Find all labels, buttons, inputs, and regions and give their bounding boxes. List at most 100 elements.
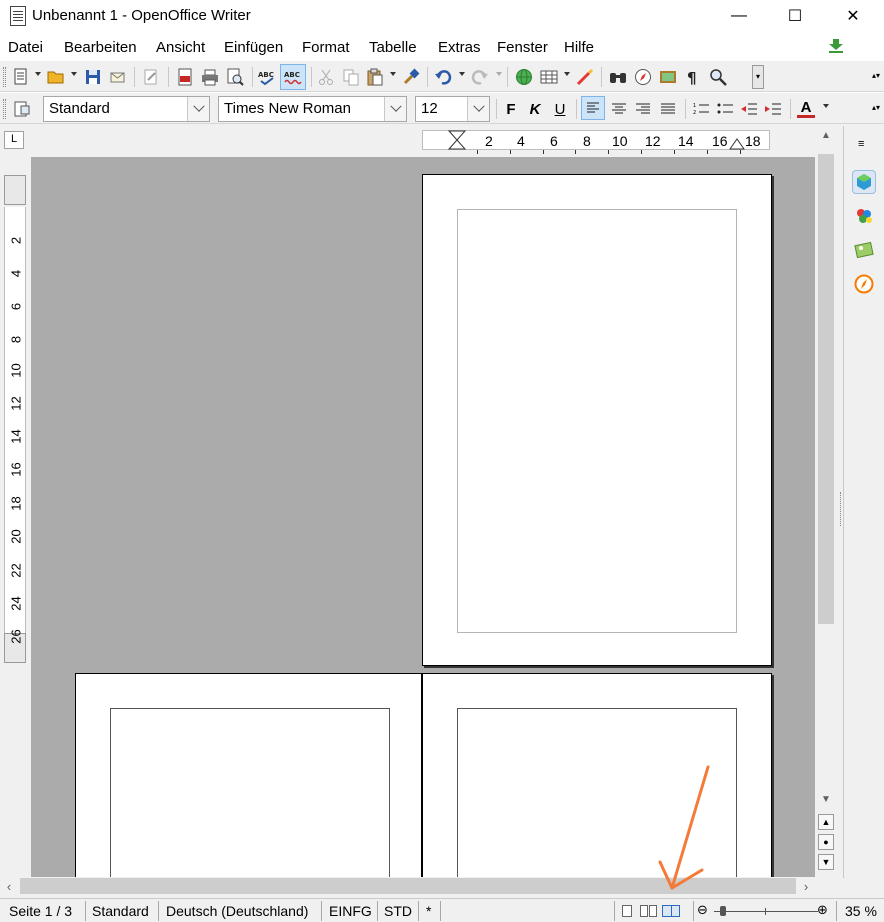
spellcheck-icon[interactable]: ABC [258, 68, 276, 86]
find-replace-icon[interactable] [609, 68, 627, 86]
book-view-icon[interactable] [662, 905, 680, 917]
underline-button[interactable]: U [551, 100, 569, 118]
scroll-up-arrow-icon[interactable]: ▲ [815, 126, 837, 144]
font-size-combo[interactable]: 12 [415, 96, 490, 122]
new-icon[interactable] [12, 68, 30, 86]
toolbar-overflow-button-right[interactable]: ▴▾ [870, 65, 882, 89]
minimize-button[interactable]: — [710, 0, 768, 32]
draw-functions-icon[interactable] [576, 68, 594, 86]
zoom-out-icon[interactable]: ⊖ [697, 902, 708, 918]
new-dropdown[interactable] [35, 72, 41, 76]
document-area[interactable] [31, 157, 815, 877]
pdf-export-icon[interactable] [176, 68, 194, 86]
decrease-indent-icon[interactable] [740, 100, 758, 118]
paragraph-style-combo[interactable]: Standard [43, 96, 210, 122]
toolbar-grip[interactable] [3, 67, 6, 87]
bold-button[interactable]: F [502, 100, 520, 118]
toolbar-overflow-button-right[interactable]: ▴▾ [870, 97, 882, 121]
single-page-view-icon[interactable] [622, 905, 632, 917]
email-icon[interactable] [109, 68, 127, 86]
top-margin-handle[interactable] [4, 175, 26, 205]
font-name-combo[interactable]: Times New Roman [218, 96, 407, 122]
font-color-button[interactable]: A [797, 100, 815, 118]
menu-datei[interactable]: Datei [8, 39, 43, 56]
paste-dropdown[interactable] [390, 72, 396, 76]
page-preview-icon[interactable] [226, 68, 244, 86]
redo-dropdown[interactable] [496, 72, 502, 76]
bullets-icon[interactable] [716, 100, 734, 118]
vertical-scrollbar[interactable]: ▲ ▼ ▲ ● ▼ [815, 126, 837, 878]
clone-format-icon[interactable] [402, 68, 420, 86]
zoom-level[interactable]: 35 % [845, 903, 877, 919]
menu-einfuegen[interactable]: Einfügen [224, 39, 283, 56]
copy-icon[interactable] [342, 68, 360, 86]
vertical-ruler[interactable]: 2 4 6 8 10 12 14 16 18 20 22 24 26 [4, 159, 26, 879]
paste-icon[interactable] [366, 68, 384, 86]
maximize-button[interactable]: ☐ [766, 0, 824, 32]
close-button[interactable]: ✕ [824, 0, 882, 32]
formatting-marks-icon[interactable]: ¶ [684, 68, 702, 86]
autospellcheck-button[interactable]: ABC [280, 64, 306, 90]
selection-mode-indicator[interactable]: STD [384, 903, 412, 919]
align-left-button[interactable] [581, 96, 605, 120]
menu-bearbeiten[interactable]: Bearbeiten [64, 39, 137, 56]
menu-fenster[interactable]: Fenster [497, 39, 548, 56]
styles-icon[interactable] [852, 204, 876, 228]
styles-formatting-icon[interactable] [13, 100, 31, 118]
zoom-slider-thumb[interactable] [720, 906, 726, 916]
numbering-icon[interactable]: 12 [692, 100, 710, 118]
horizontal-ruler[interactable]: 2 4 6 8 10 12 14 16 18 [32, 126, 814, 156]
vertical-scroll-thumb[interactable] [818, 154, 834, 624]
scroll-down-arrow-icon[interactable]: ▼ [815, 790, 837, 808]
horizontal-scrollbar[interactable]: ‹ › [0, 877, 815, 895]
save-icon[interactable] [84, 68, 102, 86]
menu-extras[interactable]: Extras [438, 39, 481, 56]
align-center-icon[interactable] [610, 100, 628, 118]
language-indicator[interactable]: Deutsch (Deutschland) [166, 903, 308, 919]
increase-indent-icon[interactable] [764, 100, 782, 118]
zoom-icon[interactable] [709, 68, 727, 86]
document-page-3[interactable] [422, 673, 772, 877]
scroll-right-arrow-icon[interactable]: › [797, 877, 815, 895]
navigator-globe-icon[interactable] [515, 68, 533, 86]
cut-icon[interactable] [317, 68, 335, 86]
gallery-icon[interactable] [852, 238, 876, 262]
page-indicator[interactable]: Seite 1 / 3 [9, 903, 72, 919]
align-right-icon[interactable] [634, 100, 652, 118]
open-dropdown[interactable] [71, 72, 77, 76]
redo-icon[interactable] [471, 68, 489, 86]
document-page-1[interactable] [422, 174, 772, 666]
navigator-icon[interactable] [634, 68, 652, 86]
left-indent-marker-icon[interactable] [448, 130, 466, 150]
menu-ansicht[interactable]: Ansicht [156, 39, 205, 56]
align-justify-icon[interactable] [659, 100, 677, 118]
undo-icon[interactable] [434, 68, 452, 86]
navigation-object-button[interactable]: ● [818, 834, 834, 850]
sidebar-menu-icon[interactable]: ≡ [858, 138, 864, 150]
menu-format[interactable]: Format [302, 39, 350, 56]
previous-page-button[interactable]: ▲ [818, 814, 834, 830]
properties-icon[interactable] [852, 170, 876, 194]
font-color-dropdown[interactable] [823, 104, 829, 108]
scroll-left-arrow-icon[interactable]: ‹ [0, 877, 18, 895]
menu-tabelle[interactable]: Tabelle [369, 39, 417, 56]
table-icon[interactable] [540, 68, 558, 86]
print-icon[interactable] [201, 68, 219, 86]
right-indent-marker-icon[interactable] [729, 138, 745, 150]
open-icon[interactable] [47, 68, 65, 86]
italic-button[interactable]: K [526, 100, 544, 118]
toolbar-grip[interactable] [3, 99, 6, 119]
update-download-icon[interactable] [828, 39, 844, 53]
edit-file-icon[interactable] [142, 68, 160, 86]
insert-mode-indicator[interactable]: EINFG [329, 903, 372, 919]
toolbar-overflow-button[interactable]: ▾ [752, 65, 764, 89]
next-page-button[interactable]: ▼ [818, 854, 834, 870]
zoom-slider-track[interactable] [714, 911, 818, 912]
zoom-in-icon[interactable]: ⊕ [817, 902, 828, 918]
document-modified-indicator[interactable]: * [426, 903, 431, 919]
table-dropdown[interactable] [564, 72, 570, 76]
chevron-down-icon[interactable] [187, 97, 209, 121]
menu-hilfe[interactable]: Hilfe [564, 39, 594, 56]
horizontal-scroll-thumb[interactable] [20, 878, 796, 894]
undo-dropdown[interactable] [459, 72, 465, 76]
